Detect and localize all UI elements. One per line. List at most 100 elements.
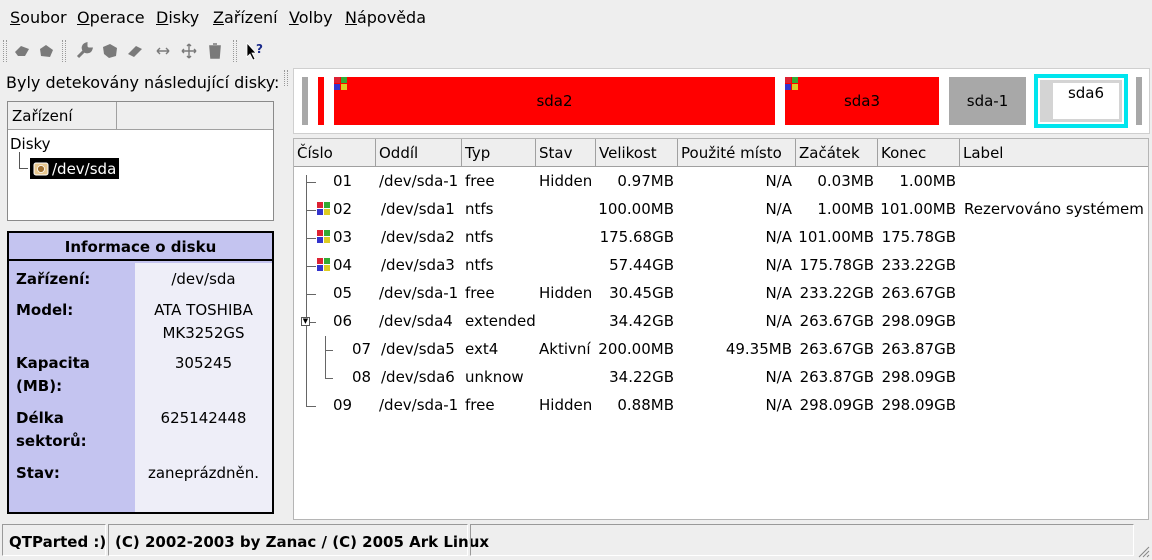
cell-type: ntfs: [465, 256, 494, 274]
cell-state: Hidden: [539, 284, 593, 302]
windows-flag-icon: [785, 77, 798, 90]
cell-number: 03: [333, 228, 353, 246]
cell-size: 57.44GB: [609, 256, 674, 274]
whats-this-icon[interactable]: ?: [244, 39, 266, 63]
cell-label: Rezervováno systémem: [964, 200, 1144, 218]
cell-end: 1.00MB: [899, 172, 956, 190]
partition-block-sda1[interactable]: [318, 77, 324, 125]
column-size[interactable]: Velikost: [596, 139, 678, 167]
cell-start: 298.09GB: [799, 396, 874, 414]
cell-start: 263.67GB: [799, 312, 874, 330]
partition-block-extended[interactable]: sda6: [1034, 74, 1128, 128]
partition-table[interactable]: Číslo Oddíl Typ Stav Velikost Použité mí…: [293, 138, 1149, 520]
status-bar: QTParted :) (C) 2002-2003 by Zanac / (C)…: [0, 522, 1152, 560]
format-icon[interactable]: [99, 39, 121, 63]
tree-item-dev-sda[interactable]: /dev/sda: [30, 158, 120, 179]
table-row[interactable]: 08 /dev/sda6 unknow 34.22GB N/A 263.87GB…: [294, 364, 1148, 392]
cell-start: 263.87GB: [799, 368, 874, 386]
menu-bar: Soubor Operace Disky Zařízení Volby Nápo…: [0, 0, 1152, 36]
tree-branch-line: [19, 152, 28, 169]
cell-number: 05: [333, 284, 353, 302]
info-value-state: zaneprázdněn.: [147, 464, 260, 482]
move-icon[interactable]: [178, 39, 200, 63]
cell-partition: /dev/sda-1: [379, 172, 459, 190]
partition-block-free[interactable]: sda-1: [949, 77, 1026, 125]
commit-icon[interactable]: [35, 39, 57, 63]
column-state[interactable]: Stav: [536, 139, 596, 167]
partition-label-sda3: sda3: [843, 92, 881, 110]
table-row[interactable]: 06 /dev/sda4 extended 34.42GB N/A 263.67…: [294, 308, 1148, 336]
table-row[interactable]: 09 /dev/sda-1 free Hidden 0.88MB N/A 298…: [294, 392, 1148, 420]
toolbar-grip[interactable]: [3, 40, 7, 62]
windows-flag-icon: [317, 202, 330, 215]
column-start[interactable]: Začátek: [796, 139, 878, 167]
windows-flag-icon: [317, 230, 330, 243]
table-header: Číslo Oddíl Typ Stav Velikost Použité mí…: [294, 139, 1148, 167]
table-row[interactable]: 07 /dev/sda5 ext4 Aktivní 200.00MB 49.35…: [294, 336, 1148, 364]
column-number[interactable]: Číslo: [294, 139, 376, 167]
partition-block-sda3[interactable]: sda3: [785, 77, 939, 125]
info-label-sectors: Délka sektorů:: [16, 409, 87, 450]
partition-block-free-start[interactable]: [302, 77, 308, 125]
eraser-icon[interactable]: [124, 39, 146, 63]
cell-type: free: [465, 396, 495, 414]
column-partition[interactable]: Oddíl: [376, 139, 462, 167]
tree-item-disks[interactable]: Disky: [10, 135, 51, 153]
cell-type: free: [465, 172, 495, 190]
partition-block-sda6[interactable]: sda6: [1050, 80, 1122, 122]
splitter-grip[interactable]: [284, 70, 288, 86]
menu-disky[interactable]: Disky: [156, 8, 199, 27]
cell-size: 34.42GB: [609, 312, 674, 330]
menu-volby[interactable]: Volby: [289, 8, 333, 27]
cell-used: N/A: [765, 396, 792, 414]
status-message: [470, 524, 1134, 556]
tree-column-device[interactable]: Zařízení: [8, 102, 117, 129]
menu-zarizeni[interactable]: Zařízení: [213, 8, 278, 27]
wrench-icon[interactable]: [73, 39, 95, 63]
column-label[interactable]: Label: [960, 139, 1148, 167]
delete-icon[interactable]: [204, 39, 226, 63]
resize-icon[interactable]: [152, 39, 174, 63]
info-value-device: /dev/sda: [171, 270, 236, 288]
disk-info-title: Informace o disku: [9, 233, 272, 261]
table-row[interactable]: 01 /dev/sda-1 free Hidden 0.97MB N/A 0.0…: [294, 168, 1148, 196]
menu-napoveda[interactable]: Nápověda: [345, 8, 426, 27]
cell-end: 175.78GB: [881, 228, 956, 246]
menu-soubor[interactable]: Soubor: [10, 8, 67, 27]
column-end[interactable]: Konec: [878, 139, 960, 167]
cell-number: 06: [333, 312, 353, 330]
table-row[interactable]: 05 /dev/sda-1 free Hidden 30.45GB N/A 23…: [294, 280, 1148, 308]
table-row[interactable]: 04 /dev/sda3 ntfs 57.44GB N/A 175.78GB 2…: [294, 252, 1148, 280]
cell-partition: /dev/sda5: [381, 340, 455, 358]
status-copyright: (C) 2002-2003 by Zanac / (C) 2005 Ark Li…: [108, 524, 489, 556]
tree-header: Zařízení: [8, 102, 273, 130]
column-type[interactable]: Typ: [462, 139, 536, 167]
resize-grip-icon[interactable]: [1136, 544, 1150, 558]
cell-partition: /dev/sda2: [381, 228, 455, 246]
table-row[interactable]: 02 /dev/sda1 ntfs 100.00MB N/A 1.00MB 10…: [294, 196, 1148, 224]
disk-info-panel: Informace o disku Zařízení: /dev/sda Mod…: [7, 231, 274, 514]
menu-operace[interactable]: Operace: [77, 8, 145, 27]
undo-icon[interactable]: [11, 39, 33, 63]
cell-start: 263.67GB: [799, 340, 874, 358]
table-row[interactable]: 03 /dev/sda2 ntfs 175.68GB N/A 101.00MB …: [294, 224, 1148, 252]
panel-splitter[interactable]: [282, 68, 290, 520]
cell-used: N/A: [765, 284, 792, 302]
cell-number: 02: [333, 200, 353, 218]
cell-state: Hidden: [539, 172, 593, 190]
cell-partition: /dev/sda-1: [379, 284, 459, 302]
partition-block-sda5[interactable]: [1040, 80, 1050, 122]
partition-block-sda2[interactable]: sda2: [334, 77, 775, 125]
cell-size: 0.97MB: [617, 172, 674, 190]
cell-partition: /dev/sda4: [379, 312, 453, 330]
cell-partition: /dev/sda-1: [379, 396, 459, 414]
cell-end: 298.09GB: [881, 312, 956, 330]
disk-icon: [33, 162, 49, 176]
device-tree[interactable]: Zařízení Disky /dev/sda: [7, 101, 274, 221]
cell-type: ntfs: [465, 228, 494, 246]
info-label-device: Zařízení:: [16, 270, 91, 288]
cell-start: 1.00MB: [817, 200, 874, 218]
column-used[interactable]: Použité místo: [678, 139, 796, 167]
partition-block-free-end[interactable]: [1136, 77, 1142, 125]
cell-number: 08: [352, 368, 372, 386]
